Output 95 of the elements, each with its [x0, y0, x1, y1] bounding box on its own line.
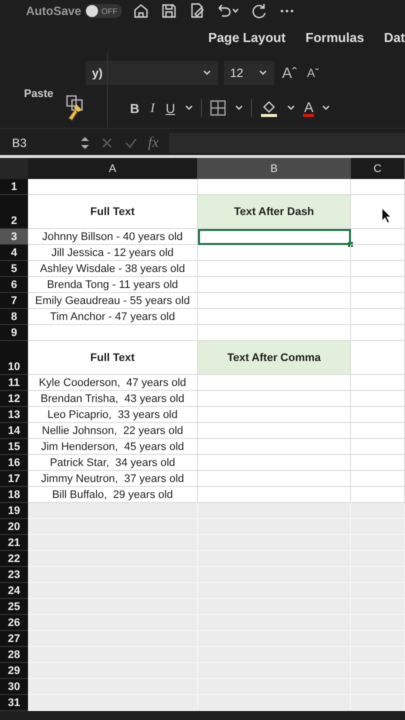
caret-icon[interactable]	[321, 104, 332, 112]
font-size-button[interactable]: Aˆ	[280, 64, 299, 82]
autosave-toggle[interactable]: OFF	[85, 4, 122, 18]
format-button[interactable]: B	[128, 100, 142, 116]
table-cell	[351, 375, 405, 391]
row-header[interactable]: 27	[0, 631, 28, 647]
row-header[interactable]: 19	[0, 503, 28, 519]
table-cell	[351, 309, 405, 325]
table-cell	[351, 695, 405, 711]
paste-button[interactable]: Paste	[24, 88, 54, 100]
table-cell: Brenda Tong - 11 years old	[28, 277, 198, 293]
table-cell: Patrick Star, 34 years old	[28, 455, 198, 471]
table-cell: Tim Anchor - 47 years old	[28, 309, 198, 325]
row-header[interactable]: 2	[0, 195, 28, 229]
table-cell: Johnny Billson - 40 years old	[28, 229, 198, 245]
redo-icon[interactable]	[250, 2, 268, 20]
row-header[interactable]: 31	[0, 695, 28, 711]
table-cell: Jimmy Neutron, 37 years old	[28, 471, 198, 487]
table-cell	[351, 229, 405, 245]
column-header[interactable]: A	[28, 158, 198, 179]
ribbon-tab[interactable]: Formulas	[306, 30, 364, 44]
caret-icon[interactable]	[258, 69, 268, 77]
row-header[interactable]: 22	[0, 551, 28, 567]
row-header[interactable]: 4	[0, 245, 28, 261]
row-header[interactable]: 25	[0, 599, 28, 615]
row-header[interactable]: 21	[0, 535, 28, 551]
caret-icon[interactable]	[234, 104, 244, 112]
table-cell	[351, 293, 405, 309]
row-header[interactable]: 23	[0, 567, 28, 583]
table-cell: Kyle Cooderson, 47 years old	[28, 375, 198, 391]
row-header[interactable]: 6	[0, 277, 28, 293]
table-cell: Text After Dash	[198, 195, 351, 229]
font-size-button[interactable]: Aˇ	[305, 66, 321, 80]
row-header[interactable]: 10	[0, 341, 28, 375]
row-header[interactable]: 1	[0, 179, 28, 195]
table-cell	[351, 407, 405, 423]
stepper-icon[interactable]	[80, 135, 90, 151]
check-icon[interactable]	[124, 136, 138, 150]
row-header[interactable]: 8	[0, 309, 28, 325]
table-cell	[351, 341, 405, 375]
column-header[interactable]: C	[351, 158, 405, 179]
row-header[interactable]: 9	[0, 325, 28, 341]
font-name-field[interactable]: y)	[86, 61, 218, 85]
font-color-button[interactable]: A	[303, 100, 314, 116]
row-header[interactable]: 3	[0, 229, 28, 245]
row-header[interactable]: 20	[0, 519, 28, 535]
mouse-pointer-icon	[381, 207, 392, 224]
insert-function-button[interactable]: fx	[148, 134, 159, 152]
format-button[interactable]: U	[164, 100, 178, 116]
table-cell: Jim Henderson, 45 years old	[28, 439, 198, 455]
row-header[interactable]: 12	[0, 391, 28, 407]
table-cell: Ashley Wisdale - 38 years old	[28, 261, 198, 277]
ribbon-tab[interactable]: Dat	[384, 30, 405, 44]
row-header[interactable]: 28	[0, 647, 28, 663]
table-cell: Jill Jessica - 12 years old	[28, 245, 198, 261]
table-cell	[351, 439, 405, 455]
row-header[interactable]: 13	[0, 407, 28, 423]
caret-icon[interactable]	[184, 104, 194, 112]
row-header[interactable]: 29	[0, 663, 28, 679]
row-header[interactable]: 14	[0, 423, 28, 439]
table-cell: Leo Picaprio, 33 years old	[28, 407, 198, 423]
row-header[interactable]: 24	[0, 583, 28, 599]
name-box[interactable]: B3	[12, 136, 70, 150]
table-cell	[351, 325, 405, 341]
font-size-field[interactable]: 12	[224, 61, 274, 85]
table-cell	[351, 391, 405, 407]
row-header[interactable]: 5	[0, 261, 28, 277]
row-header[interactable]: 18	[0, 487, 28, 503]
table-cell	[351, 277, 405, 293]
autosave-label: AutoSave	[26, 4, 82, 18]
row-header[interactable]: 16	[0, 455, 28, 471]
table-cell	[351, 179, 405, 195]
caret-icon[interactable]	[286, 104, 296, 112]
row-header[interactable]: 7	[0, 293, 28, 309]
table-cell: Brendan Trisha, 43 years old	[28, 391, 198, 407]
table-cell: Nellie Johnson, 22 years old	[28, 423, 198, 439]
ribbon-tab[interactable]: Page Layout	[208, 30, 286, 44]
format-button[interactable]: I	[148, 100, 157, 116]
table-cell	[351, 261, 405, 277]
table-cell: Emily Geaudreau - 55 years old	[28, 293, 198, 309]
table-cell: Text After Comma	[198, 341, 351, 375]
borders-icon[interactable]	[209, 99, 228, 117]
save-icon[interactable]	[160, 2, 178, 20]
table-cell	[351, 423, 405, 439]
row-header[interactable]: 17	[0, 471, 28, 487]
row-header[interactable]: 26	[0, 615, 28, 631]
row-header[interactable]: 15	[0, 439, 28, 455]
caret-icon[interactable]	[202, 69, 212, 77]
table-cell	[351, 245, 405, 261]
row-header[interactable]: 11	[0, 375, 28, 391]
table-cell	[351, 455, 405, 471]
column-header[interactable]: B	[198, 158, 351, 179]
home-icon[interactable]	[132, 2, 150, 20]
table-cell	[351, 471, 405, 487]
row-header[interactable]: 30	[0, 679, 28, 695]
